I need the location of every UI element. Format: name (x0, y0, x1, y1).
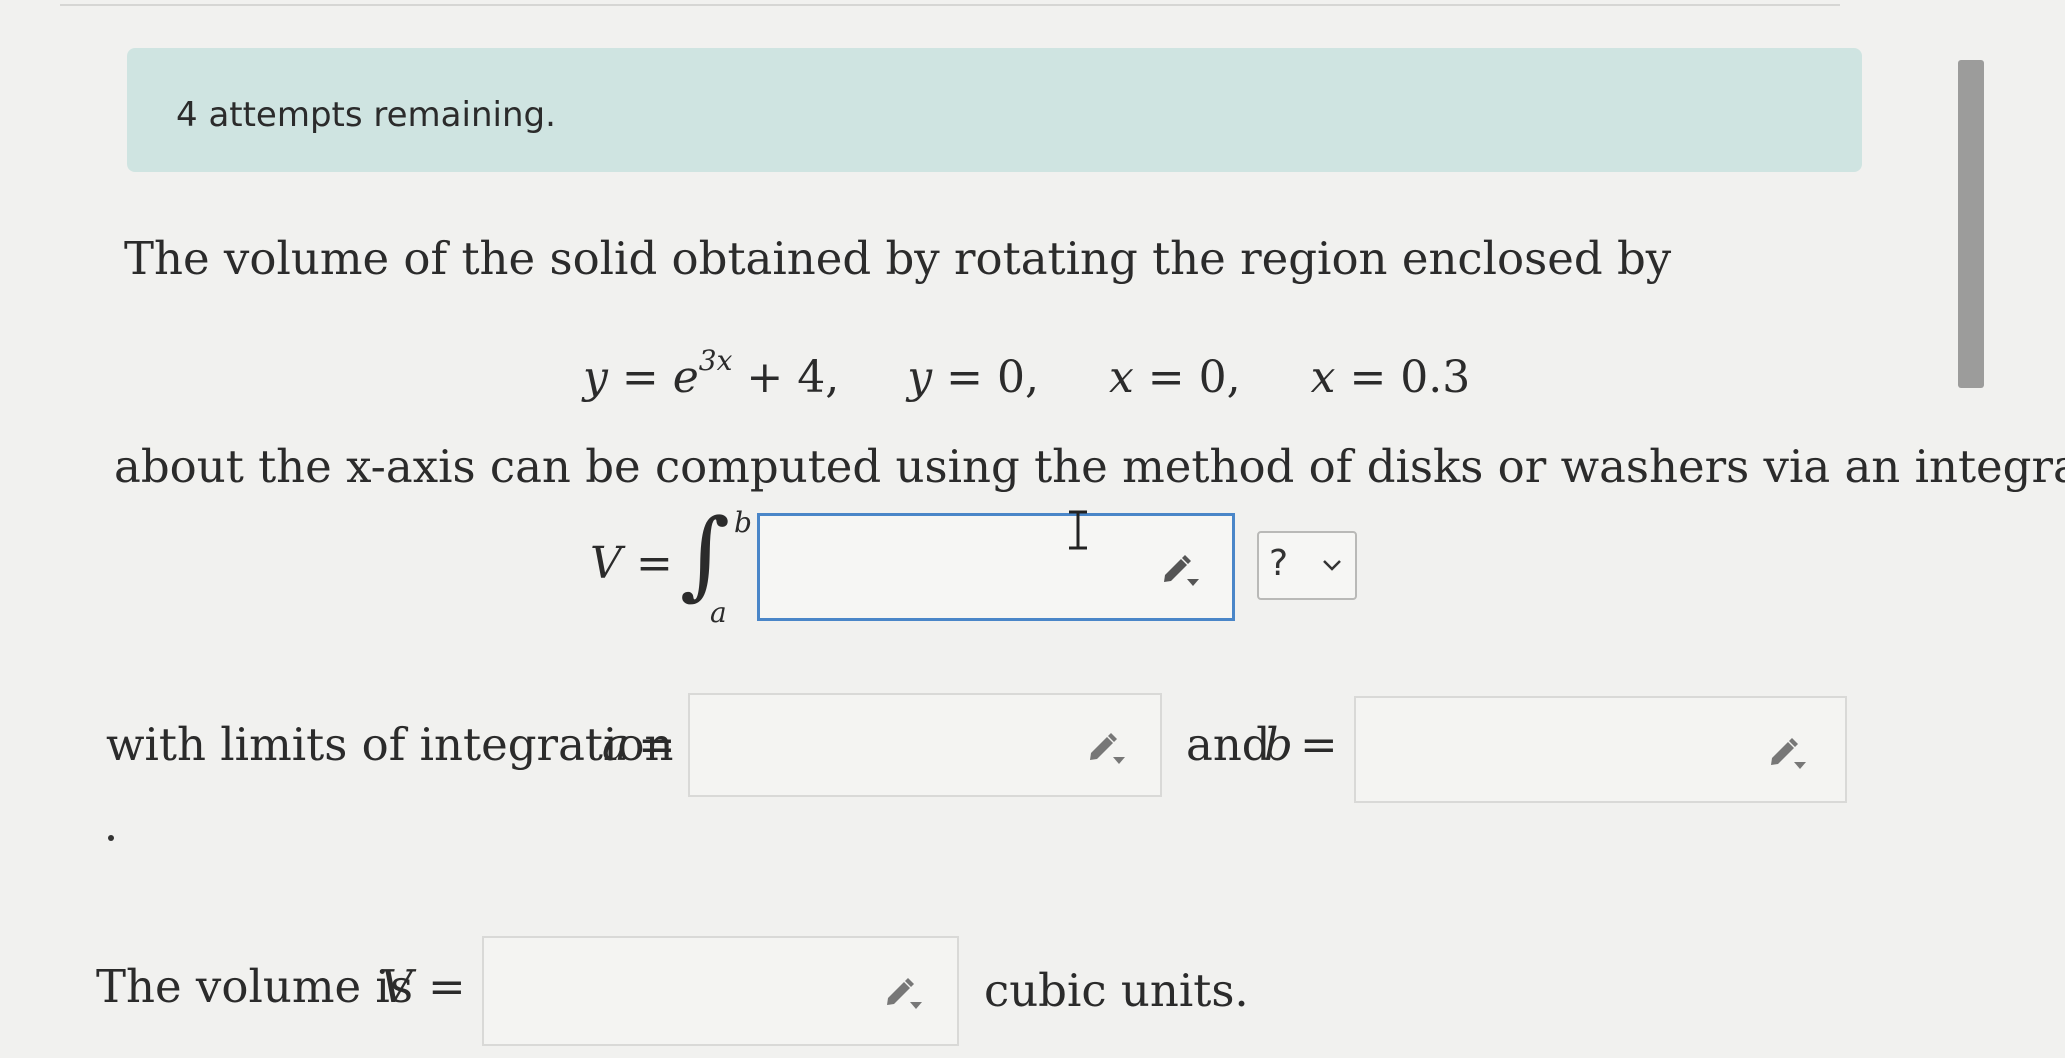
question-line-2: about the x-axis can be computed using t… (114, 440, 2065, 493)
eq1-lhs: y (583, 352, 608, 403)
units-dropdown-value: ? (1269, 543, 1289, 584)
pencil-dropdown-icon[interactable] (1085, 727, 1129, 767)
eq2-rest: = 0, (946, 352, 1039, 403)
eq1-equals: = (621, 352, 659, 403)
eq1-exponent: 3x (698, 344, 733, 377)
eq4-rest: = 0.3 (1349, 352, 1471, 403)
integral-lhs-var: V (590, 538, 622, 589)
integral-upper-limit: b (734, 506, 752, 539)
chevron-down-icon (1323, 560, 1341, 571)
limit-b-equals: = (1300, 718, 1338, 771)
eq4-lhs: x (1310, 352, 1336, 403)
integral-lower-limit: a (710, 596, 727, 629)
volume-equals: = (428, 960, 466, 1013)
eq2-lhs: y (907, 352, 933, 403)
pencil-dropdown-icon[interactable] (1159, 549, 1203, 589)
integrand-input[interactable] (757, 510, 1235, 621)
limit-a-equals: = (638, 718, 676, 771)
eq3-rest: = 0, (1147, 352, 1241, 403)
volume-var: V (380, 960, 413, 1013)
trailing-period (108, 835, 114, 841)
question-line-1: The volume of the solid obtained by rota… (124, 232, 1672, 285)
limits-prefix: with limits of integration (106, 718, 674, 771)
limit-b-var: b (1264, 718, 1293, 771)
eq3-lhs: x (1108, 352, 1134, 403)
limit-a-input[interactable] (688, 693, 1162, 797)
scrollbar-thumb[interactable] (1958, 60, 1984, 388)
volume-prefix: The volume is (96, 960, 413, 1013)
pencil-dropdown-icon[interactable] (1766, 732, 1810, 772)
top-divider (60, 4, 1840, 6)
pencil-dropdown-icon[interactable] (882, 972, 926, 1012)
ibeam-cursor-icon (1069, 510, 1087, 550)
limit-b-input[interactable] (1354, 696, 1847, 803)
equation-row: y = e3x + 4, y = 0, x = 0, x = 0.3 (583, 344, 1470, 403)
units-dropdown[interactable]: ? (1257, 531, 1357, 600)
eq1-rest: + 4, (746, 352, 840, 403)
limit-a-var: a (602, 718, 629, 771)
attempts-remaining-text: 4 attempts remaining. (176, 95, 556, 135)
integral-sign: ∫ (680, 498, 731, 610)
and-text: and (1186, 718, 1271, 771)
eq1-base: e (672, 352, 699, 403)
volume-input[interactable] (482, 936, 959, 1046)
attempts-banner: 4 attempts remaining. (127, 48, 1862, 172)
volume-suffix: cubic units. (984, 964, 1249, 1017)
integral-lhs-equals: = (636, 538, 673, 589)
